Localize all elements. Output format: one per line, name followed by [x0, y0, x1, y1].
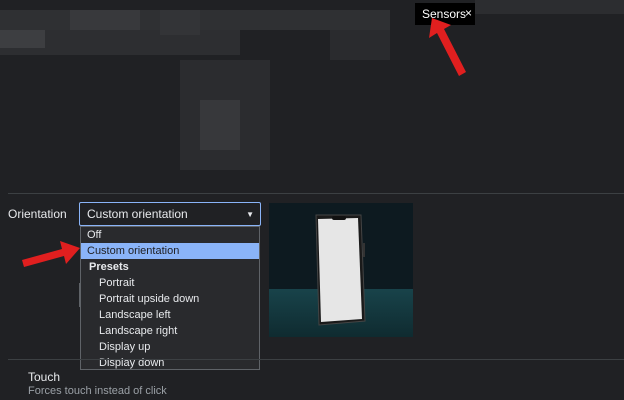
- touch-title: Touch: [28, 370, 61, 384]
- blurred-content: [0, 30, 45, 48]
- option-landscape-left[interactable]: Landscape left: [81, 307, 259, 323]
- blurred-content: [330, 30, 390, 60]
- blurred-content: [200, 100, 240, 150]
- option-display-up[interactable]: Display up: [81, 339, 259, 355]
- blurred-content: [70, 10, 140, 30]
- phone-model: [315, 214, 366, 326]
- orientation-dropdown: Off Custom orientation Presets Portrait …: [80, 226, 260, 370]
- section-divider: [8, 193, 624, 194]
- blurred-content: [160, 10, 200, 35]
- touch-description: Forces touch instead of click: [28, 385, 167, 397]
- annotation-arrow-icon: [22, 241, 80, 267]
- option-group-presets: Presets: [89, 261, 129, 273]
- option-portrait-upside-down[interactable]: Portrait upside down: [81, 291, 259, 307]
- annotation-arrow-icon: [429, 18, 466, 76]
- blurred-content: [475, 0, 624, 14]
- orientation-select-value: Custom orientation: [87, 207, 188, 221]
- orientation-preview[interactable]: [269, 203, 413, 337]
- orientation-select[interactable]: Custom orientation ▼: [79, 202, 261, 226]
- option-off[interactable]: Off: [81, 227, 259, 243]
- orientation-label: Orientation: [8, 207, 67, 221]
- chevron-down-icon: ▼: [246, 210, 254, 219]
- option-portrait[interactable]: Portrait: [81, 275, 259, 291]
- section-divider: [8, 359, 624, 360]
- option-landscape-right[interactable]: Landscape right: [81, 323, 259, 339]
- option-display-down[interactable]: Display down: [81, 355, 259, 371]
- option-custom-orientation[interactable]: Custom orientation: [81, 243, 259, 259]
